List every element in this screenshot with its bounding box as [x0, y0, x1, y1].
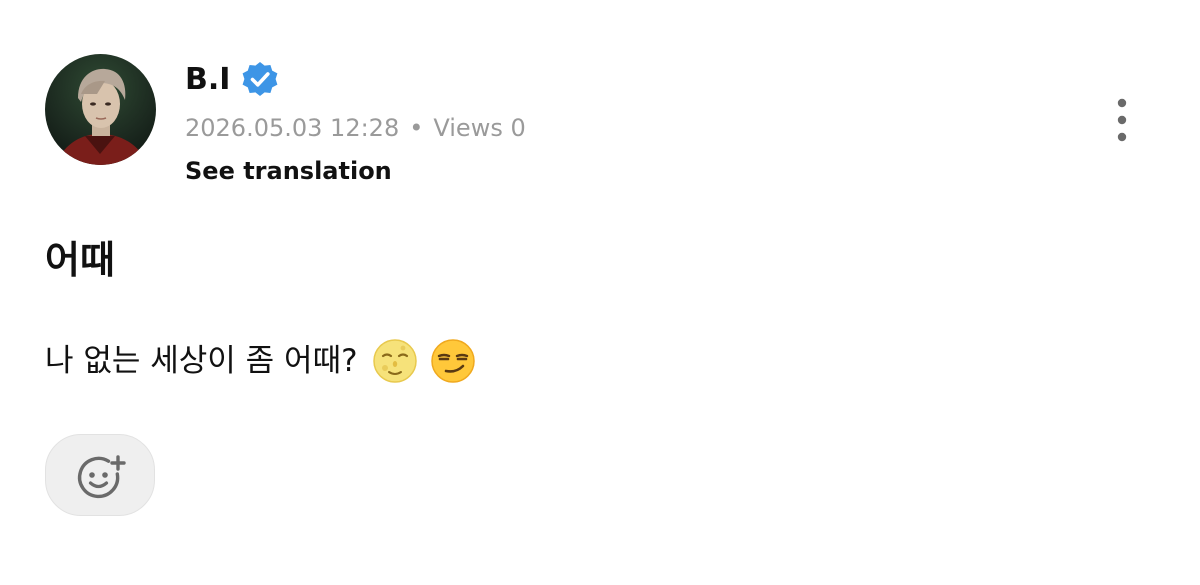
post-date: 2026.05.03 12:28	[185, 114, 400, 142]
verified-badge-icon	[240, 60, 280, 100]
view-count: Views 0	[433, 114, 526, 142]
author-name[interactable]: B.I	[185, 60, 230, 100]
see-translation-link[interactable]: See translation	[185, 155, 392, 187]
meta-separator: •	[409, 114, 424, 142]
more-vertical-icon	[1117, 98, 1127, 142]
smirking-face-emoji	[430, 338, 476, 384]
post-meta: 2026.05.03 12:28 • Views 0	[185, 112, 526, 144]
full-moon-face-emoji	[372, 338, 418, 384]
more-options-button[interactable]	[1104, 96, 1140, 146]
add-reaction-icon	[77, 455, 126, 499]
post-title: 어때	[45, 238, 115, 282]
post-body: 나 없는 세상이 좀 어때?	[45, 338, 488, 384]
author-avatar[interactable]	[45, 54, 156, 165]
post-body-text: 나 없는 세상이 좀 어때?	[45, 343, 358, 379]
post-card: B.I 2026.05.03 12:28 • Views 0 See transla…	[0, 0, 1200, 585]
add-reaction-button[interactable]	[45, 434, 155, 516]
